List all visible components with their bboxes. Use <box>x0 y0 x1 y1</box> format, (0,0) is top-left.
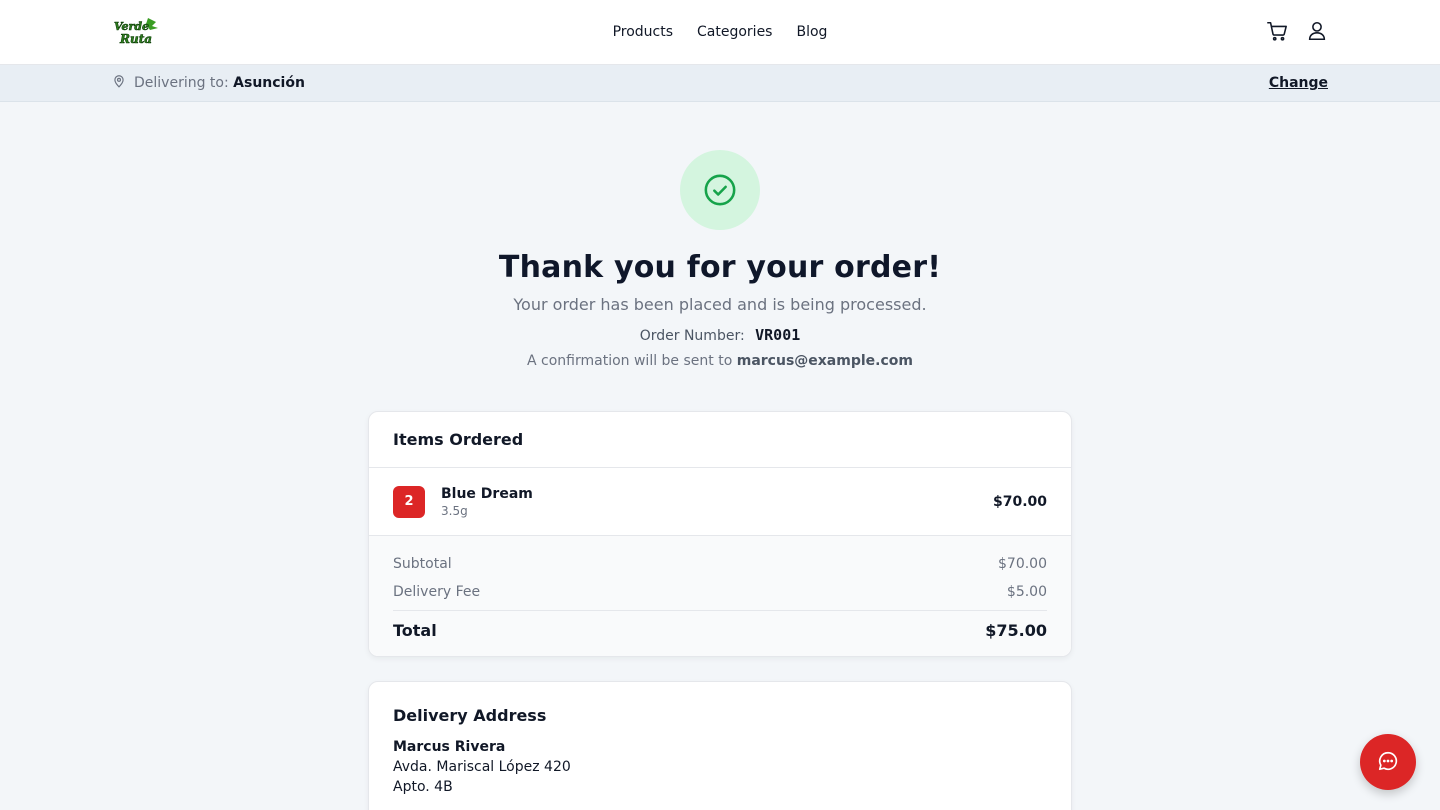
address-line-1: Avda. Mariscal López 420 <box>393 759 571 775</box>
subtotal-row: Subtotal $70.00 <box>393 550 1047 578</box>
quantity-badge: 2 <box>393 485 425 518</box>
nav-categories[interactable]: Categories <box>697 24 772 40</box>
delivery-address-heading: Delivery Address <box>393 706 547 725</box>
nav-blog[interactable]: Blog <box>796 24 827 40</box>
order-number-value: VR001 <box>755 326 801 344</box>
item-size: 3.5g <box>441 503 468 518</box>
site-header: Verde Ruta Products Categories Blog <box>0 0 1440 65</box>
delivering-to-text: Delivering to: <box>134 75 229 91</box>
order-summary: Subtotal $70.00 Delivery Fee $5.00 Total… <box>369 536 1071 656</box>
items-ordered-card: Items Ordered 2 Blue Dream 3.5g $70.00 S… <box>368 411 1072 657</box>
subtotal-value: $70.00 <box>998 556 1047 572</box>
item-info: Blue Dream 3.5g <box>441 486 993 518</box>
delivery-location-bar: Delivering to: Asunción Change <box>0 65 1440 102</box>
location-pin-icon <box>112 74 126 92</box>
confirmation-prefix: A confirmation will be sent to <box>527 353 733 369</box>
delivery-location: Delivering to: Asunción <box>112 65 305 101</box>
list-item: 2 Blue Dream 3.5g $70.00 <box>369 468 1071 536</box>
delivery-city: Asunción <box>233 75 305 91</box>
cart-icon[interactable] <box>1266 20 1288 42</box>
chat-button[interactable] <box>1360 734 1416 790</box>
confirmation-email: marcus@example.com <box>736 353 913 369</box>
delivery-fee-label: Delivery Fee <box>393 584 481 600</box>
delivery-label: Delivering to: Asunción <box>134 75 305 91</box>
change-location-link[interactable]: Change <box>1269 65 1328 101</box>
recipient-name: Marcus Rivera <box>393 739 506 755</box>
address-line-2: Apto. 4B <box>393 779 453 795</box>
check-circle-icon <box>680 150 760 230</box>
page-title: Thank you for your order! <box>498 250 942 285</box>
delivery-fee-row: Delivery Fee $5.00 <box>393 578 1047 606</box>
delivery-address-card: Delivery Address Marcus Rivera Avda. Mar… <box>368 681 1072 810</box>
order-number: Order Number: VR001 <box>0 326 1440 344</box>
subtotal-label: Subtotal <box>393 556 452 572</box>
main-nav: Products Categories Blog <box>0 0 1440 64</box>
order-number-label: Order Number: <box>639 328 745 344</box>
order-confirmation: Thank you for your order! Your order has… <box>0 150 1440 369</box>
user-icon[interactable] <box>1306 20 1328 42</box>
delivery-fee-value: $5.00 <box>1006 584 1047 600</box>
header-actions <box>1266 20 1328 42</box>
total-row: Total $75.00 <box>393 610 1047 640</box>
nav-products[interactable]: Products <box>613 24 673 40</box>
total-value: $75.00 <box>985 621 1047 640</box>
confirmation-email-note: A confirmation will be sent to marcus@ex… <box>0 353 1440 369</box>
confirmation-subtitle: Your order has been placed and is being … <box>513 295 927 314</box>
items-ordered-heading: Items Ordered <box>369 412 1071 468</box>
item-name: Blue Dream <box>441 485 533 502</box>
chat-bubble-icon <box>1377 750 1399 775</box>
item-price: $70.00 <box>992 493 1047 510</box>
total-label: Total <box>393 621 437 640</box>
